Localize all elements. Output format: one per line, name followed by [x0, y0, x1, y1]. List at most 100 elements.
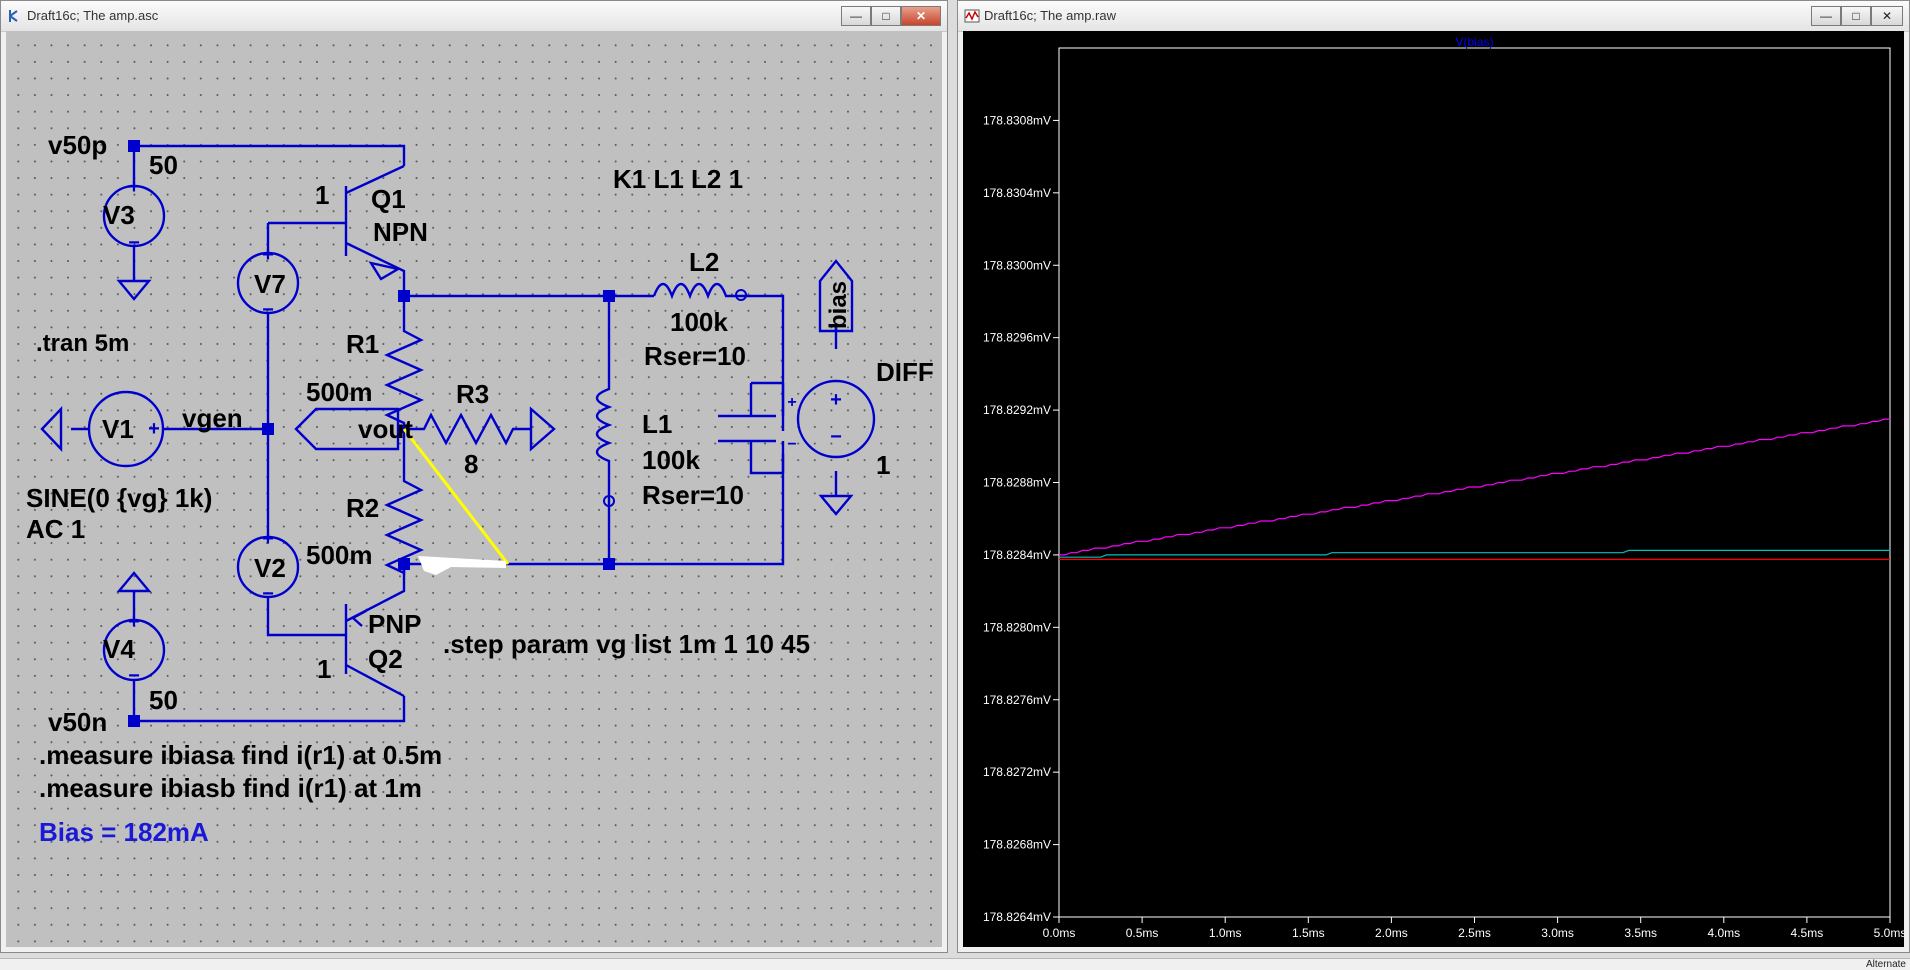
schematic-window[interactable]: Draft16c; The amp.asc — □ ✕ + − + − + − … [0, 0, 948, 953]
schematic-drawing[interactable]: +− +− +− +− + +− +− v50p v50n 50 50 vgen… [6, 31, 942, 947]
label-r2-value[interactable]: 500m [306, 540, 373, 570]
label-l2-rser[interactable]: Rser=10 [644, 341, 746, 371]
svg-text:+: + [148, 418, 160, 440]
x-tick-label: 0.0ms [1043, 926, 1076, 940]
cursor-probe [418, 556, 506, 575]
svg-text:+: + [128, 611, 140, 633]
label-v3-value[interactable]: 50 [149, 150, 178, 180]
y-tick-label: 178.8272mV [983, 765, 1051, 779]
label-vout[interactable]: vout [358, 414, 413, 444]
label-v1[interactable]: V1 [102, 414, 134, 444]
x-tick-label: 4.0ms [1707, 926, 1740, 940]
ltspice-schematic-icon [9, 10, 18, 22]
waveform-plot-pane[interactable]: V(bias) 178.8308mV 178.8304mV 178.8300mV 178… [963, 31, 1904, 947]
svg-text:+: + [262, 528, 274, 550]
directive-tran[interactable]: .tran 5m [36, 330, 129, 357]
label-v2[interactable]: V2 [254, 553, 286, 583]
label-l1[interactable]: L1 [642, 409, 672, 439]
status-bar: Alternate [0, 958, 1910, 970]
label-q2-area[interactable]: 1 [317, 654, 331, 684]
series-line-1[interactable] [1059, 549, 1890, 558]
label-v4[interactable]: V4 [103, 634, 135, 664]
minimize-button[interactable]: — [841, 6, 871, 26]
svg-text:+: + [830, 389, 842, 411]
y-tick-label: 178.8276mV [983, 693, 1051, 707]
label-bias[interactable]: bias [825, 281, 852, 329]
label-q1[interactable]: Q1 [371, 184, 406, 214]
directive-coupling[interactable]: K1 L1 L2 1 [613, 164, 743, 194]
svg-text:+: + [787, 394, 796, 411]
label-r1-value[interactable]: 500m [306, 377, 373, 407]
waveform-window-controls: — □ ✕ [1811, 6, 1903, 26]
schematic-labels: v50p v50n 50 50 vgen vout .tran 5m K1 L1… [26, 130, 934, 847]
label-q1-model[interactable]: NPN [373, 217, 428, 247]
waveform-titlebar[interactable]: Draft16c; The amp.raw — □ ✕ [958, 1, 1909, 32]
x-tick-label: 3.5ms [1624, 926, 1657, 940]
close-button[interactable]: ✕ [901, 6, 941, 26]
x-tick-label: 1.5ms [1292, 926, 1325, 940]
label-r3[interactable]: R3 [456, 379, 489, 409]
highlighted-wire[interactable] [402, 428, 510, 565]
waveform-viewer-icon [964, 9, 980, 23]
y-tick-label: 178.8264mV [983, 910, 1051, 924]
plot-frame [1058, 47, 1891, 918]
svg-text:−: − [830, 426, 842, 448]
x-tick-label: 0.5ms [1126, 926, 1159, 940]
label-v4-value[interactable]: 50 [149, 685, 178, 715]
label-vgen[interactable]: vgen [182, 403, 243, 433]
y-tick-label: 178.8268mV [983, 838, 1051, 852]
schematic-canvas[interactable]: + − + − + − + − + + − + − v50p v50n 50 50 [6, 31, 942, 947]
schematic-window-title: Draft16c; The amp.asc [27, 8, 159, 23]
svg-text:−: − [787, 436, 796, 453]
minimize-button[interactable]: — [1811, 6, 1841, 26]
label-r2[interactable]: R2 [346, 493, 379, 523]
waveform-chart[interactable]: V(bias) 178.8308mV 178.8304mV 178.8300mV 178… [963, 31, 1904, 947]
x-tick-label: 4.5ms [1791, 926, 1824, 940]
y-tick-label: 178.8288mV [983, 476, 1051, 490]
svg-text:−: − [128, 665, 140, 687]
schematic-titlebar[interactable]: Draft16c; The amp.asc — □ ✕ [1, 1, 947, 32]
y-tick-label: 178.8300mV [983, 258, 1051, 272]
svg-text:−: − [262, 583, 274, 605]
maximize-button[interactable]: □ [871, 6, 901, 26]
label-r1[interactable]: R1 [346, 329, 379, 359]
y-tick-label: 178.8280mV [983, 620, 1051, 634]
x-tick-label: 5.0ms [1874, 926, 1904, 940]
x-tick-label: 1.0ms [1209, 926, 1242, 940]
source-sine[interactable]: SINE(0 {vg} 1k) [26, 483, 212, 513]
svg-text:−: − [262, 299, 274, 321]
label-q1-area[interactable]: 1 [315, 180, 329, 210]
y-tick-label: 178.8304mV [983, 186, 1051, 200]
x-tick-label: 2.5ms [1458, 926, 1491, 940]
directive-measure2[interactable]: .measure ibiasb find i(r1) at 1m [39, 773, 422, 803]
label-r3-value[interactable]: 8 [464, 449, 478, 479]
label-diff[interactable]: DIFF [876, 357, 934, 387]
label-v7[interactable]: V7 [254, 269, 286, 299]
y-tick-label: 178.8284mV [983, 548, 1051, 562]
label-l2[interactable]: L2 [689, 247, 719, 277]
y-tick-label: 178.8292mV [983, 403, 1051, 417]
label-q2-model[interactable]: PNP [368, 609, 421, 639]
label-v3[interactable]: V3 [103, 200, 135, 230]
directive-measure1[interactable]: .measure ibiasa find i(r1) at 0.5m [39, 740, 442, 770]
waveform-window[interactable]: Draft16c; The amp.raw — □ ✕ V(bias) 178.8… [957, 0, 1910, 953]
label-diff-gain[interactable]: 1 [876, 450, 890, 480]
maximize-button[interactable]: □ [1841, 6, 1871, 26]
directive-step[interactable]: .step param vg list 1m 1 10 45 [443, 629, 810, 659]
label-v50p[interactable]: v50p [48, 130, 107, 160]
series-line-0[interactable] [1059, 418, 1890, 556]
y-tick-label: 178.8296mV [983, 331, 1051, 345]
label-l2-value[interactable]: 100k [670, 307, 728, 337]
source-ac[interactable]: AC 1 [26, 514, 85, 544]
label-v50n[interactable]: v50n [48, 707, 107, 737]
label-q2[interactable]: Q2 [368, 644, 403, 674]
status-text: Alternate [1865, 959, 1906, 970]
label-l1-rser[interactable]: Rser=10 [642, 480, 744, 510]
bias-comment[interactable]: Bias = 182mA [39, 817, 209, 847]
y-tick-label: 178.8308mV [983, 113, 1051, 127]
label-l1-value[interactable]: 100k [642, 445, 700, 475]
close-button[interactable]: ✕ [1871, 6, 1903, 26]
x-tick-label: 3.0ms [1541, 926, 1574, 940]
chart-title[interactable]: V(bias) [1455, 35, 1493, 49]
schematic-window-controls: — □ ✕ [841, 6, 941, 26]
